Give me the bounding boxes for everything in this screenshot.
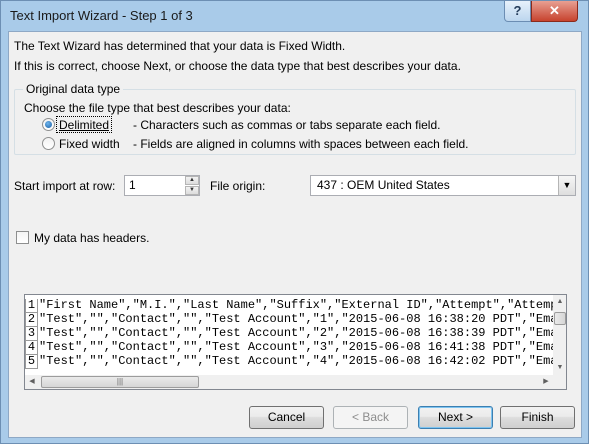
- delimited-radio[interactable]: [42, 118, 55, 131]
- help-button[interactable]: ?: [504, 1, 531, 22]
- preview-line-text: "Test","","Contact","","Test Account","1…: [39, 312, 553, 326]
- scrollbar-corner: [553, 375, 566, 389]
- scroll-down-icon[interactable]: ▼: [553, 361, 566, 375]
- file-origin-select[interactable]: 437 : OEM United States ▼: [310, 175, 576, 196]
- preview-line-text: "Test","","Contact","","Test Account","4…: [39, 354, 553, 368]
- scroll-left-icon[interactable]: ◀: [25, 375, 39, 389]
- intro-line-2: If this is correct, choose Next, or choo…: [14, 59, 461, 73]
- scroll-up-icon[interactable]: ▲: [553, 295, 566, 309]
- data-preview: 1 "First Name","M.I.","Last Name","Suffix…: [24, 294, 567, 390]
- file-type-prompt: Choose the file type that best describes…: [24, 101, 291, 115]
- group-label: Original data type: [23, 82, 124, 96]
- back-button[interactable]: < Back: [333, 406, 408, 429]
- title-bar[interactable]: Text Import Wizard - Step 1 of 3 ? ✕: [1, 1, 588, 31]
- preview-line-number: 1: [25, 299, 38, 313]
- window-title: Text Import Wizard - Step 1 of 3: [10, 8, 193, 23]
- horizontal-scrollbar[interactable]: ◀ ||| ▶: [25, 375, 553, 389]
- spin-up-icon[interactable]: ▲: [185, 176, 199, 185]
- vertical-scrollbar[interactable]: ▲ ▼: [553, 295, 566, 375]
- preview-line: 4 "Test","","Contact","","Test Account","…: [25, 340, 553, 355]
- start-row-value: 1: [129, 178, 136, 192]
- start-row-label: Start import at row:: [14, 179, 116, 193]
- headers-checkbox[interactable]: [16, 231, 29, 244]
- next-button[interactable]: Next >: [418, 406, 493, 429]
- help-icon: ?: [513, 3, 522, 18]
- vertical-scroll-thumb[interactable]: [554, 312, 566, 325]
- file-origin-value: 437 : OEM United States: [317, 178, 450, 192]
- preview-line-text: "First Name","M.I.","Last Name","Suffix"…: [39, 298, 553, 312]
- fixed-width-radio[interactable]: [42, 137, 55, 150]
- horizontal-scroll-thumb[interactable]: |||: [41, 376, 199, 388]
- preview-line-number: 5: [25, 355, 38, 369]
- close-button[interactable]: ✕: [531, 1, 578, 22]
- cancel-button[interactable]: Cancel: [249, 406, 324, 429]
- preview-line: 2 "Test","","Contact","","Test Account","…: [25, 312, 553, 327]
- intro-line-1: The Text Wizard has determined that your…: [14, 39, 346, 53]
- preview-line-text: "Test","","Contact","","Test Account","2…: [39, 326, 553, 340]
- preview-line-number: 3: [25, 327, 38, 341]
- text-import-wizard-window: Text Import Wizard - Step 1 of 3 ? ✕ The…: [0, 0, 589, 444]
- preview-line: 5 "Test","","Contact","","Test Account","…: [25, 354, 553, 369]
- scroll-right-icon[interactable]: ▶: [539, 375, 553, 389]
- preview-line-number: 2: [25, 313, 38, 327]
- fixed-width-description: - Fields are aligned in columns with spa…: [133, 137, 469, 151]
- close-icon: ✕: [549, 3, 560, 18]
- fixed-width-label[interactable]: Fixed width: [59, 137, 120, 151]
- start-row-spinner: ▲ ▼: [185, 176, 199, 195]
- preview-line-text: "Test","","Contact","","Test Account","3…: [39, 340, 553, 354]
- delimited-label[interactable]: Delimited: [59, 118, 109, 132]
- preview-line: 1 "First Name","M.I.","Last Name","Suffix…: [25, 298, 553, 313]
- chevron-down-icon[interactable]: ▼: [558, 176, 575, 195]
- finish-button[interactable]: Finish: [500, 406, 575, 429]
- preview-line: 3 "Test","","Contact","","Test Account","…: [25, 326, 553, 341]
- preview-lines: 1 "First Name","M.I.","Last Name","Suffix…: [25, 298, 553, 376]
- preview-line-number: 4: [25, 341, 38, 355]
- spin-down-icon[interactable]: ▼: [185, 186, 199, 195]
- file-origin-label: File origin:: [210, 179, 266, 193]
- headers-checkbox-label[interactable]: My data has headers.: [34, 231, 149, 245]
- delimited-description: - Characters such as commas or tabs sepa…: [133, 118, 441, 132]
- dialog-body: The Text Wizard has determined that your…: [8, 31, 582, 438]
